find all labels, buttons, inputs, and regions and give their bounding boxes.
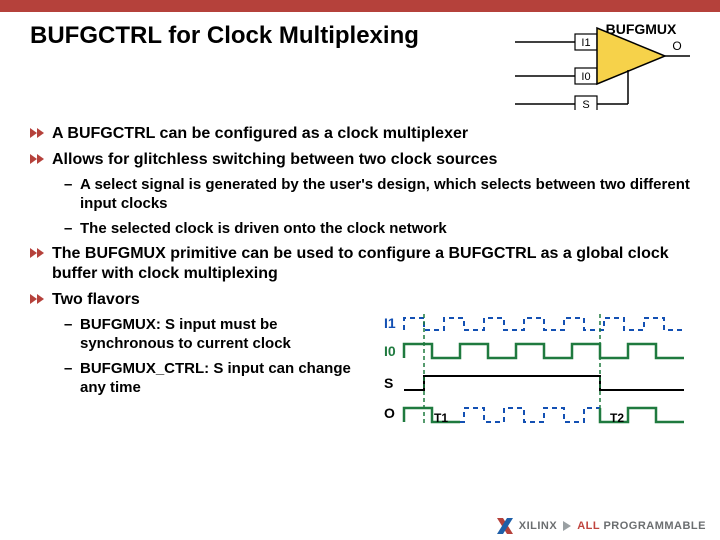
bullet-2-2: The selected clock is driven onto the cl…	[64, 220, 690, 239]
chevron-icon	[30, 126, 46, 140]
slide-body: A BUFGCTRL can be configured as a clock …	[0, 110, 720, 430]
timing-s-label: S	[384, 375, 393, 391]
timing-s-wave	[404, 376, 684, 390]
accent-bar	[0, 0, 720, 12]
chevron-icon	[30, 152, 46, 166]
timing-t1-label: T1	[434, 411, 448, 425]
mux-s-label: S	[582, 99, 589, 110]
chevron-icon	[30, 246, 46, 260]
bullet-1-text: A BUFGCTRL can be configured as a clock …	[52, 125, 468, 142]
bullet-2: Allows for glitchless switching between …	[30, 150, 690, 238]
chevron-small-icon	[563, 521, 571, 531]
mux-i1-label: I1	[581, 37, 590, 49]
slide-header: BUFGCTRL for Clock Multiplexing BUFGMUX …	[0, 12, 720, 110]
bullet-3: The BUFGMUX primitive can be used to con…	[30, 244, 690, 284]
timing-t2-label: T2	[610, 411, 624, 425]
bullet-3-text: The BUFGMUX primitive can be used to con…	[52, 245, 669, 282]
timing-o-label: O	[384, 405, 395, 421]
mux-o-label: O	[672, 39, 681, 53]
bullet-4: Two flavors BUFGMUX: S input must be syn…	[30, 290, 690, 430]
timing-i1-label: I1	[384, 315, 396, 331]
bullet-2-1: A select signal is generated by the user…	[64, 176, 690, 214]
bullet-4-1: BUFGMUX: S input must be synchronous to …	[64, 316, 360, 354]
footer-tagline: ALL PROGRAMMABLE	[577, 520, 706, 532]
footer-brand: XILINX	[519, 520, 557, 532]
bullet-4-2: BUFGMUX_CTRL: S input can change any tim…	[64, 360, 360, 398]
xilinx-logo-icon	[497, 518, 513, 534]
timing-i0-label: I0	[384, 343, 396, 359]
footer: XILINX ALL PROGRAMMABLE	[497, 518, 706, 534]
mux-label-text: BUFGMUX	[606, 21, 677, 37]
timing-i1-wave	[404, 318, 684, 330]
mux-i0-label: I0	[581, 71, 590, 83]
chevron-icon	[30, 292, 46, 306]
timing-diagram: I1 I0 S O	[370, 310, 690, 430]
bullet-2-text: Allows for glitchless switching between …	[52, 151, 497, 168]
bufgmux-diagram: BUFGMUX I1 I0 O S	[515, 20, 690, 110]
bullet-4-text: Two flavors	[52, 291, 140, 308]
bullet-1: A BUFGCTRL can be configured as a clock …	[30, 124, 690, 144]
timing-o-wave-b	[460, 408, 600, 422]
page-title: BUFGCTRL for Clock Multiplexing	[30, 22, 419, 50]
timing-i0-wave	[404, 344, 684, 358]
timing-o-wave-a	[404, 408, 460, 422]
